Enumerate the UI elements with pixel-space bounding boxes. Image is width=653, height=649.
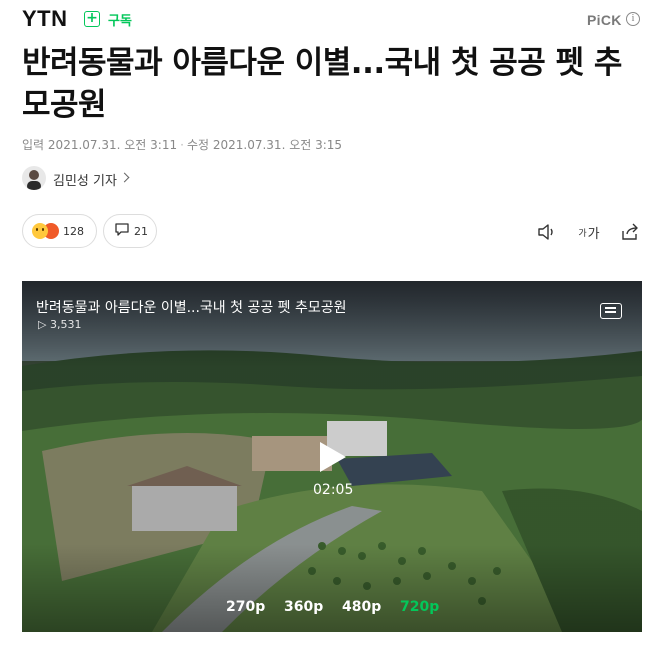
subscribe-button[interactable]: 구독 — [108, 10, 132, 29]
video-player[interactable]: 반려동물과 아름다운 이별...국내 첫 공공 펫 추모공원 ▷ 3,531 0… — [22, 281, 642, 632]
menu-icon[interactable] — [600, 303, 622, 319]
comment-icon — [114, 221, 130, 241]
video-views: ▷ 3,531 — [38, 318, 81, 331]
play-icon[interactable] — [320, 442, 346, 472]
published-label: 입력 — [22, 138, 45, 152]
view-count: 3,531 — [49, 318, 82, 331]
quality-270p[interactable]: 270p — [226, 599, 265, 615]
comment-button[interactable]: 21 — [103, 214, 157, 248]
press-logo[interactable]: YTN — [22, 6, 68, 32]
reporter-avatar[interactable] — [22, 166, 46, 190]
reaction-count: 128 — [63, 224, 84, 238]
reaction-button[interactable]: 128 — [22, 214, 97, 248]
quality-480p[interactable]: 480p — [342, 599, 381, 615]
modified-label: 수정 — [186, 138, 210, 152]
plus-icon[interactable]: + — [84, 11, 100, 27]
quality-720p[interactable]: 720p — [400, 599, 439, 615]
smile-emoji-icon — [32, 223, 48, 239]
chevron-right-icon — [119, 172, 130, 183]
quality-360p[interactable]: 360p — [284, 599, 323, 615]
video-title: 반려동물과 아름다운 이별...국내 첫 공공 펫 추모공원 — [36, 300, 347, 316]
font-large-label: 가 — [587, 226, 600, 242]
play-count-icon: ▷ — [38, 318, 47, 331]
font-size-button[interactable]: 가가 — [577, 222, 601, 242]
reporter-name[interactable]: 김민성 기자 — [53, 170, 117, 189]
font-small-label: 가 — [578, 228, 587, 239]
article-title: 반려동물과 아름다운 이별...국내 첫 공공 펫 추모공원 — [22, 45, 622, 123]
modified-date: 2021.07.31. 오전 3:15 — [212, 138, 343, 152]
share-icon[interactable] — [620, 222, 640, 242]
pick-label: PiCK — [587, 12, 622, 28]
info-icon[interactable]: i — [626, 12, 640, 26]
comment-count: 21 — [134, 224, 148, 238]
dateline: 입력 2021.07.31. 오전 3:11 · 수정 2021.07.31. 오전… — [22, 138, 343, 152]
video-duration: 02:05 — [313, 482, 354, 498]
published-date: 2021.07.31. 오전 3:11 — [47, 138, 178, 152]
sound-icon[interactable] — [536, 222, 558, 242]
